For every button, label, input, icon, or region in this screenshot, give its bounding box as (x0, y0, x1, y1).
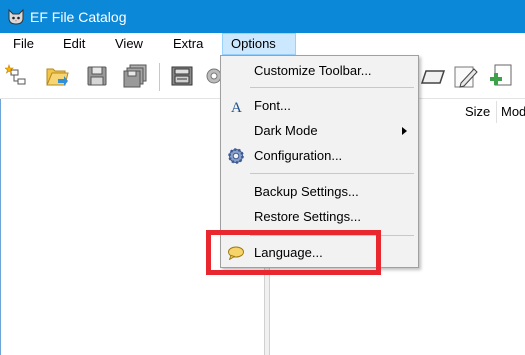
title-bar: EF File Catalog (0, 0, 525, 33)
new-catalog-button[interactable] (1, 59, 35, 93)
toolbar-separator (159, 63, 160, 91)
pencil-icon (454, 66, 478, 88)
column-header-modified[interactable]: Mod (501, 99, 525, 125)
open-button[interactable] (40, 59, 74, 93)
menu-item-label: Customize Toolbar... (254, 63, 372, 78)
menu-extra[interactable]: Extra (165, 33, 211, 55)
menu-file[interactable]: File (5, 33, 42, 55)
highlight-annotation (206, 230, 381, 275)
column-divider[interactable] (496, 101, 497, 123)
copy-document-icon (490, 64, 512, 86)
menu-item-label: Restore Settings... (254, 209, 361, 224)
edit-icon (420, 70, 446, 84)
menu-separator (250, 173, 414, 174)
copy-button[interactable] (487, 59, 525, 93)
catalog-disk-icon (171, 66, 193, 86)
edit-button[interactable] (416, 59, 450, 93)
menu-view[interactable]: View (107, 33, 151, 55)
menu-item-restore-settings[interactable]: Restore Settings... (222, 205, 417, 229)
menu-item-label: Dark Mode (254, 123, 318, 138)
menu-edit[interactable]: Edit (55, 33, 93, 55)
menu-options[interactable]: Options (222, 33, 296, 55)
font-icon: A (227, 97, 245, 115)
menu-item-dark-mode[interactable]: Dark Mode (222, 119, 417, 143)
save-all-icon (123, 64, 147, 88)
menu-item-label: Font... (254, 98, 291, 113)
new-catalog-icon (5, 64, 26, 85)
submenu-arrow-icon (402, 127, 407, 135)
rename-button[interactable] (448, 59, 482, 93)
menu-item-label: Configuration... (254, 148, 343, 163)
gear-icon (227, 147, 245, 165)
menu-item-label: Backup Settings... (254, 184, 359, 199)
window-title: EF File Catalog (30, 8, 127, 25)
open-folder-icon (46, 68, 69, 86)
column-header-size[interactable]: Size (465, 99, 490, 125)
cat-icon (8, 8, 24, 25)
gear-partial-icon (206, 68, 220, 84)
catalog-disk-button[interactable] (165, 59, 199, 93)
menu-separator (250, 87, 414, 88)
menu-item-backup-settings[interactable]: Backup Settings... (222, 180, 417, 204)
gear-partial-button[interactable] (200, 59, 220, 93)
save-icon (87, 66, 107, 86)
save-button[interactable] (80, 59, 114, 93)
menu-item-configuration[interactable]: Configuration... (222, 144, 417, 168)
svg-text:A: A (231, 100, 242, 114)
menu-item-font[interactable]: A Font... (222, 94, 417, 118)
window-left-border (0, 99, 8, 355)
save-all-button[interactable] (118, 59, 152, 93)
menu-bar: File Edit View Extra Options (0, 33, 525, 55)
menu-item-customize-toolbar[interactable]: Customize Toolbar... (222, 59, 417, 83)
